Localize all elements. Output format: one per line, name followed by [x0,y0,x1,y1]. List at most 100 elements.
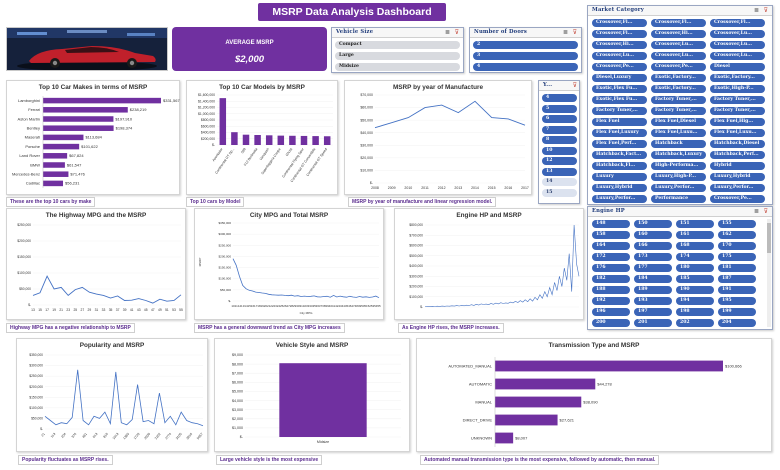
market-category-item-31[interactable]: Flex Fuel,Luxu... [651,129,706,137]
market-category-item-43[interactable]: Luxury,High-P... [651,173,706,181]
market-category-item-45[interactable]: Luxury,Hybrid [592,184,647,192]
market-category-item-3[interactable]: Crossover,Fl... [592,30,647,38]
slicer-item-midsize[interactable]: Midsize [335,63,460,71]
market-category-slicer[interactable]: Market Category ≣ ⊽ Crossover,Fl... Cross… [587,5,773,205]
market-category-item-42[interactable]: Luxury [592,173,647,181]
market-category-item-27[interactable]: Flex Fuel [592,118,647,126]
doors-slicer[interactable]: Number of Doors ≣ ⊽ 2 3 4 [469,27,582,73]
market-category-item-26[interactable]: Factory Tuner,... [710,107,765,115]
market-category-item-1[interactable]: Crossover,Fl... [651,19,706,27]
engine-hp-item-27[interactable]: 191 [718,286,756,294]
market-category-item-38[interactable]: Hatchback,Perf... [710,151,765,159]
engine-hp-item-12[interactable]: 172 [592,253,630,261]
years-slicer[interactable]: Y... ⊽ 4 5 6 7 8 10 12 13 14 15 [538,80,580,204]
slicer-scrollbar[interactable] [767,219,771,327]
engine-hp-item-4[interactable]: 158 [592,231,630,239]
engine-hp-item-15[interactable]: 175 [718,253,756,261]
market-category-item-28[interactable]: Flex Fuel,Diesel [651,118,706,126]
market-category-item-21[interactable]: Exotic,Flex Fu... [592,96,647,104]
engine-hp-item-22[interactable]: 185 [676,275,714,283]
market-category-item-49[interactable]: Performance [651,195,706,203]
market-category-item-34[interactable]: Hatchback [651,140,706,148]
multi-select-icon[interactable]: ≣ [754,208,759,215]
market-category-item-6[interactable]: Crossover,Hi... [592,41,647,49]
engine-hp-item-29[interactable]: 193 [634,297,672,305]
market-category-item-47[interactable]: Luxury,Perfor... [710,184,765,192]
market-category-item-13[interactable]: Crossover,Pe... [651,63,706,71]
year-item-1[interactable]: 5 [542,104,577,113]
slicer-item-2-doors[interactable]: 2 [473,41,578,49]
engine-hp-item-19[interactable]: 181 [718,264,756,272]
market-category-item-16[interactable]: Exotic,Factory... [651,74,706,82]
engine-hp-item-24[interactable]: 188 [592,286,630,294]
market-category-item-24[interactable]: Factory Tuner,... [592,107,647,115]
engine-hp-item-1[interactable]: 150 [634,220,672,228]
market-category-item-8[interactable]: Crossover,Lu... [710,41,765,49]
clear-filter-icon[interactable]: ⊽ [573,82,577,89]
engine-hp-slicer[interactable]: Engine HP ≣ ⊽ 148 150 151 155 158 160 161 162 16… [587,206,773,330]
engine-hp-item-23[interactable]: 187 [718,275,756,283]
market-category-item-41[interactable]: Hybrid [710,162,765,170]
engine-hp-item-31[interactable]: 195 [718,297,756,305]
multi-select-icon[interactable]: ≣ [754,7,759,14]
market-category-item-33[interactable]: Flex Fuel,Perf... [592,140,647,148]
engine-hp-item-36[interactable]: 200 [592,319,630,327]
market-category-item-37[interactable]: Hatchback,Luxury [651,151,706,159]
engine-hp-item-28[interactable]: 192 [592,297,630,305]
engine-hp-item-38[interactable]: 202 [676,319,714,327]
vehicle-size-slicer[interactable]: Vehicle Size ≣ ⊽ Compact Large Midsize [331,27,464,73]
market-category-item-29[interactable]: Flex Fuel,Hig... [710,118,765,126]
engine-hp-item-6[interactable]: 161 [676,231,714,239]
engine-hp-item-32[interactable]: 196 [592,308,630,316]
scrollbar-thumb[interactable] [767,223,771,253]
engine-hp-item-34[interactable]: 198 [676,308,714,316]
market-category-item-11[interactable]: Crossover,Lu... [710,52,765,60]
year-item-0[interactable]: 4 [542,94,577,102]
market-category-item-35[interactable]: Hatchback,Diesel [710,140,765,148]
market-category-item-14[interactable]: Diesel [710,63,765,71]
market-category-item-25[interactable]: Factory Tuner,... [651,107,706,115]
engine-hp-item-26[interactable]: 190 [676,286,714,294]
engine-hp-item-7[interactable]: 162 [718,231,756,239]
market-category-item-4[interactable]: Crossover,Hi... [651,30,706,38]
market-category-item-9[interactable]: Crossover,Lu... [592,52,647,60]
engine-hp-item-20[interactable]: 182 [592,275,630,283]
market-category-item-5[interactable]: Crossover,Lu... [710,30,765,38]
slicer-item-large[interactable]: Large [335,52,460,60]
market-category-item-50[interactable]: Crossover,Pe... [710,195,765,203]
market-category-item-7[interactable]: Crossover,Lu... [651,41,706,49]
year-item-9[interactable]: 15 [542,188,577,197]
engine-hp-item-9[interactable]: 166 [634,242,672,250]
market-category-item-44[interactable]: Luxury,Hybrid [710,173,765,181]
engine-hp-item-13[interactable]: 173 [634,253,672,261]
engine-hp-item-3[interactable]: 155 [718,220,756,228]
market-category-item-40[interactable]: High-Performa... [651,162,706,170]
engine-hp-item-21[interactable]: 184 [634,275,672,283]
clear-filter-icon[interactable]: ⊽ [573,29,577,36]
market-category-item-2[interactable]: Crossover,Fl... [710,19,765,27]
market-category-item-48[interactable]: Luxury,Perfor... [592,195,647,203]
market-category-item-32[interactable]: Flex Fuel,Luxu... [710,129,765,137]
slicer-item-compact[interactable]: Compact [335,41,460,49]
engine-hp-item-33[interactable]: 197 [634,308,672,316]
engine-hp-item-39[interactable]: 204 [718,319,756,327]
engine-hp-item-11[interactable]: 170 [718,242,756,250]
market-category-item-19[interactable]: Exotic,Factory... [651,85,706,93]
year-item-8[interactable]: 14 [542,178,577,186]
market-category-item-18[interactable]: Exotic,Flex Fu... [592,85,647,93]
engine-hp-item-0[interactable]: 148 [592,220,630,228]
engine-hp-item-18[interactable]: 180 [676,264,714,272]
engine-hp-item-35[interactable]: 199 [718,308,756,316]
engine-hp-item-30[interactable]: 194 [676,297,714,305]
year-item-4[interactable]: 8 [542,136,577,144]
engine-hp-item-10[interactable]: 168 [676,242,714,250]
engine-hp-item-8[interactable]: 164 [592,242,630,250]
engine-hp-item-2[interactable]: 151 [676,220,714,228]
market-category-item-22[interactable]: Factory Tuner,... [651,96,706,104]
multi-select-icon[interactable]: ≣ [563,29,568,36]
market-category-item-30[interactable]: Flex Fuel,Luxury [592,129,647,137]
clear-filter-icon[interactable]: ⊽ [764,7,768,14]
market-category-item-10[interactable]: Crossover,Lu... [651,52,706,60]
slicer-item-3-doors[interactable]: 3 [473,52,578,60]
year-item-7[interactable]: 13 [542,167,577,176]
